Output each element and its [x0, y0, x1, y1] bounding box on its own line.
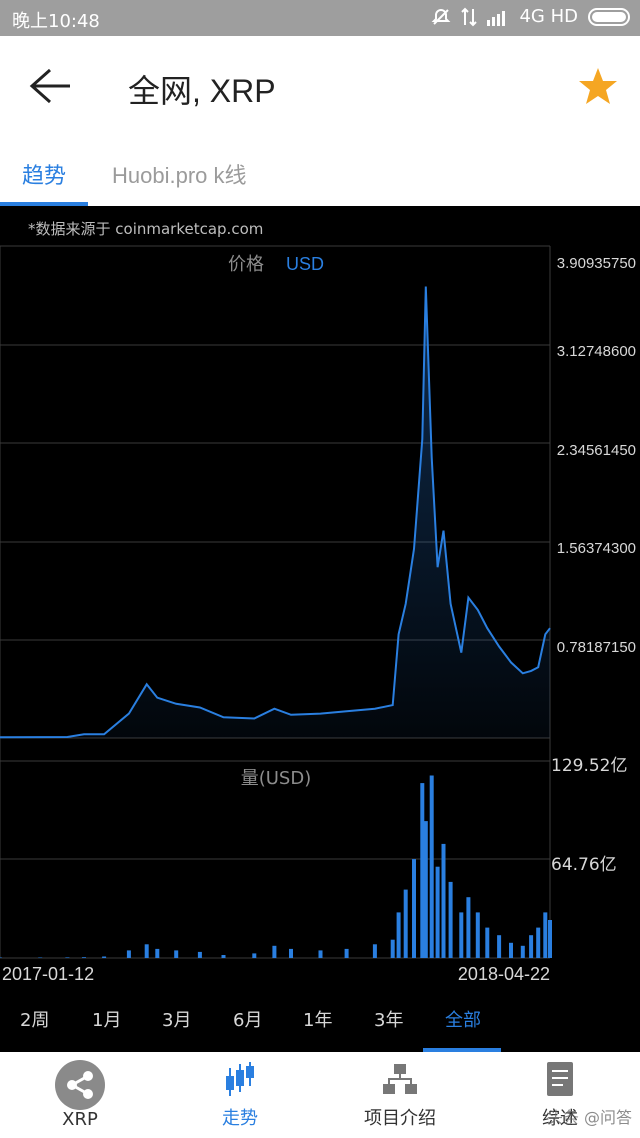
data-transfer-icon [461, 7, 478, 26]
volume-bar [155, 948, 160, 958]
chart-area[interactable]: *数据来源于 coinmarketcap.com 价格 USD 3.909357… [0, 206, 640, 1052]
volume-bar [38, 957, 43, 958]
volume-bar [420, 783, 425, 958]
range-1y[interactable]: 1年 [303, 1006, 332, 1032]
range-2w[interactable]: 2周 [20, 1006, 49, 1032]
nav-xrp-label: XRP [62, 1109, 98, 1130]
back-arrow-icon[interactable] [28, 66, 72, 106]
signal-icon [487, 10, 506, 26]
volume-bar [197, 951, 202, 958]
volume-bar [435, 866, 440, 958]
org-chart-icon [383, 1064, 417, 1094]
app-header: 全网, XRP [0, 36, 640, 136]
volume-bar [390, 939, 395, 958]
volume-bar [459, 912, 464, 958]
volume-bar [448, 881, 453, 958]
battery-icon [588, 7, 630, 26]
tab-trend[interactable]: 趋势 [22, 158, 66, 190]
volume-bars [0, 775, 552, 958]
ripple-logo-icon [55, 1060, 105, 1110]
volume-bar [412, 859, 416, 958]
volume-bar [509, 942, 513, 958]
document-icon [547, 1062, 573, 1096]
range-selector: 2周 1月 3月 6月 1年 3年 全部 [0, 1006, 640, 1052]
bottom-nav: XRP 走势 项目介绍 综述 头条 @问答 [0, 1052, 640, 1138]
status-icons: 4G HD [431, 6, 630, 27]
volume-tick-label: 129.52亿 [551, 756, 627, 776]
nav-trend-label: 走势 [222, 1108, 258, 1129]
volume-bar [403, 889, 408, 958]
price-tick-label: 3.12748600 [557, 343, 636, 360]
volume-bar [441, 843, 446, 958]
mute-icon [432, 8, 451, 25]
volume-bar [520, 945, 525, 958]
volume-bar [475, 912, 480, 958]
volume-bar [318, 950, 323, 958]
volume-bar [221, 955, 226, 958]
volume-bar [102, 956, 107, 958]
price-tick-label: 2.34561450 [557, 442, 636, 459]
price-tick-label: 1.56374300 [557, 540, 636, 557]
nav-project-intro-label: 项目介绍 [364, 1108, 436, 1129]
page-title: 全网, XRP [128, 73, 276, 109]
nav-project-intro[interactable]: 项目介绍 [320, 1052, 480, 1138]
range-1m[interactable]: 1月 [92, 1006, 121, 1032]
volume-bar [65, 957, 70, 958]
volume-tick-label: 64.76亿 [551, 855, 617, 875]
range-3y[interactable]: 3年 [374, 1006, 403, 1032]
start-date-label: 2017-01-12 [2, 964, 94, 984]
volume-bar [429, 775, 434, 958]
volume-bar [372, 944, 377, 958]
volume-bar [529, 935, 534, 958]
volume-axis-label: 量(USD) [241, 768, 312, 789]
volume-bar [126, 950, 131, 958]
price-area-fill [0, 286, 550, 738]
volume-bar [144, 944, 149, 958]
volume-bar [344, 948, 349, 958]
price-tick-labels: 3.90935750 3.12748600 2.34561450 1.56374300… [557, 255, 636, 656]
candlestick-icon [226, 1062, 254, 1096]
volume-bar [497, 935, 502, 958]
volume-tick-labels: 129.52亿 64.76亿 [551, 756, 627, 875]
volume-bar [485, 927, 490, 958]
volume-bar [396, 912, 401, 958]
price-tick-label: 0.78187150 [557, 639, 636, 656]
volume-bar [466, 897, 471, 958]
volume-bar [543, 912, 548, 958]
price-tick-label: 3.90935750 [557, 255, 636, 272]
volume-bar [548, 920, 552, 958]
favorite-star-icon[interactable] [578, 66, 618, 106]
volume-bar [289, 948, 293, 958]
currency-label[interactable]: USD [286, 254, 324, 274]
volume-bar [82, 957, 86, 958]
range-6m[interactable]: 6月 [233, 1006, 262, 1032]
status-time: 晚上10:48 [12, 11, 100, 32]
tab-huobi-kline[interactable]: Huobi.pro k线 [112, 158, 247, 190]
tab-bar: 趋势 Huobi.pro k线 [0, 136, 640, 208]
nav-trend[interactable]: 走势 [160, 1052, 320, 1138]
volume-bar [252, 953, 257, 958]
network-type: 4G HD [519, 6, 578, 27]
volume-bar [536, 927, 541, 958]
end-date-label: 2018-04-22 [458, 964, 550, 984]
volume-bar [272, 945, 277, 958]
price-axis-label: 价格 [228, 254, 264, 275]
range-3m[interactable]: 3月 [162, 1006, 191, 1032]
range-all[interactable]: 全部 [445, 1006, 481, 1032]
status-bar: 晚上10:48 4G HD [0, 0, 640, 36]
watermark: 头条 @问答 [546, 1108, 632, 1127]
volume-bar [423, 821, 428, 958]
volume-bar [0, 957, 2, 958]
nav-xrp[interactable]: XRP [0, 1052, 160, 1138]
volume-bar [174, 950, 179, 958]
price-volume-chart[interactable]: 价格 USD 3.90935750 3.12748600 2.34561450 1.5… [0, 206, 640, 1006]
